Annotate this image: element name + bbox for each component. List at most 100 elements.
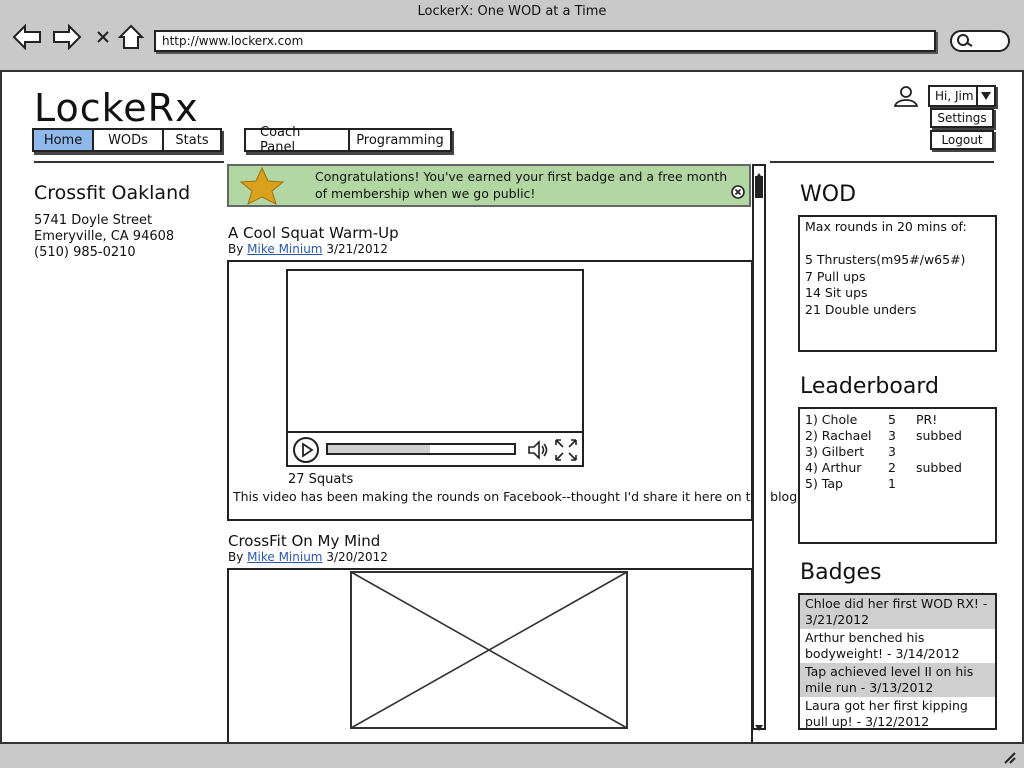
post-byline: By Mike Minium 3/20/2012 (228, 550, 388, 564)
byline-prefix: By (228, 242, 244, 256)
scroll-up-arrow-icon[interactable] (754, 166, 764, 179)
volume-icon[interactable] (526, 438, 550, 466)
url-input[interactable]: http://www.lockerx.com (154, 30, 936, 52)
wod-box: Max rounds in 20 mins of: 5 Thrusters(m9… (798, 215, 997, 352)
athlete-score: 2 (888, 459, 896, 475)
gym-city: Emeryville, CA 94608 (34, 229, 175, 244)
gym-phone: (510) 985-0210 (34, 245, 136, 260)
athlete-score: 3 (888, 427, 896, 443)
badge-item: Arthur benched his bodyweight! - 3/14/20… (805, 630, 960, 661)
close-x-icon (97, 31, 109, 43)
home-icon (118, 24, 144, 49)
author-link[interactable]: Mike Minium (247, 242, 322, 256)
logout-menu-item[interactable]: Logout (930, 130, 994, 150)
leaderboard-row: 4) Arthur 2 subbed (800, 459, 995, 475)
badges-box: Chloe did her first WOD RX! - 3/21/2012 … (798, 593, 997, 730)
back-button[interactable] (12, 22, 42, 52)
star-icon (237, 166, 287, 210)
post-title[interactable]: A Cool Squat Warm-Up (228, 224, 399, 242)
post-title[interactable]: CrossFit On My Mind (228, 532, 380, 550)
wod-heading: WOD (800, 182, 857, 207)
badge-item: Laura got her first kipping pull up! - 3… (805, 698, 968, 729)
forward-arrow-icon (53, 24, 82, 50)
athlete-name: 4) Arthur (805, 459, 862, 475)
browser-status-bar (0, 742, 1024, 768)
browser-chrome: LockerX: One WOD at a Time http://www.lo… (0, 0, 1024, 72)
notification-line: of membership when we go public! (315, 186, 536, 201)
wod-line: 21 Double unders (805, 301, 917, 317)
notification-line: Congratulations! You've earned your firs… (315, 169, 728, 184)
athlete-score: 5 (888, 411, 896, 427)
image-placeholder (350, 571, 628, 733)
gym-street: 5741 Doyle Street (34, 213, 153, 228)
window-title: LockerX: One WOD at a Time (417, 4, 607, 19)
leaderboard-row: 2) Rachael 3 subbed (800, 427, 995, 443)
video-caption: 27 Squats (288, 472, 354, 487)
tab-wods[interactable]: WODs (92, 128, 164, 152)
browser-search-field[interactable] (950, 30, 1010, 52)
settings-menu-item[interactable]: Settings (930, 108, 994, 128)
gym-address: 5741 Doyle Street Emeryville, CA 94608 (… (34, 213, 174, 261)
athlete-name: 2) Rachael (805, 427, 872, 443)
divider (34, 161, 224, 163)
video-progress-fill (328, 445, 431, 453)
athlete-note: subbed (916, 459, 962, 475)
athlete-score: 3 (888, 443, 896, 459)
badge-item: Chloe did her first WOD RX! - 3/21/2012 (800, 595, 995, 629)
resize-grip-icon[interactable] (1002, 749, 1016, 768)
stop-button[interactable] (88, 22, 118, 52)
site-logo[interactable]: LockeRx (34, 86, 199, 130)
wod-line: 14 Sit ups (805, 285, 868, 300)
scroll-thumb[interactable] (755, 176, 763, 198)
forward-button[interactable] (52, 22, 82, 52)
notification-text: Congratulations! You've earned your firs… (315, 168, 735, 202)
scroll-down-arrow-icon[interactable] (754, 718, 764, 731)
post-date: 3/21/2012 (326, 242, 388, 256)
badge-item: Tap achieved level II on his mile run - … (800, 663, 995, 697)
main-nav: Home WODs Stats (32, 128, 222, 152)
wod-line: Max rounds in 20 mins of: (805, 219, 967, 234)
leaderboard-row: 1) Chole 5 PR! (800, 411, 995, 427)
wod-line (800, 236, 995, 253)
athlete-name: 1) Chole (805, 411, 858, 427)
athlete-name: 5) Tap (805, 475, 843, 491)
home-button[interactable] (116, 22, 146, 52)
play-icon[interactable] (292, 436, 320, 468)
fullscreen-icon[interactable] (554, 438, 578, 466)
close-icon[interactable] (731, 184, 745, 203)
back-arrow-icon (12, 24, 41, 50)
athlete-name: 3) Gilbert (805, 443, 865, 459)
wod-line: 5 Thrusters(m95#/w65#) (805, 252, 966, 267)
content-scrollbar[interactable] (752, 164, 766, 731)
divider (770, 161, 994, 163)
byline-prefix: By (228, 550, 244, 564)
post-body: This video has been making the rounds on… (233, 489, 802, 504)
post-byline: By Mike Minium 3/21/2012 (228, 242, 388, 256)
author-link[interactable]: Mike Minium (247, 550, 322, 564)
wod-line: 7 Pull ups (805, 268, 866, 284)
chevron-down-icon[interactable] (976, 87, 994, 105)
tab-stats[interactable]: Stats (162, 128, 222, 152)
athlete-note: subbed (916, 427, 962, 443)
post-date: 3/20/2012 (326, 550, 388, 564)
athlete-note: PR! (916, 411, 938, 427)
tab-coach-panel[interactable]: Coach Panel (244, 125, 350, 155)
leaderboard-box: 1) Chole 5 PR! 2) Rachael 3 subbed 3) Gilber… (798, 407, 997, 544)
badge-notification: Congratulations! You've earned your firs… (227, 164, 751, 207)
athlete-score: 1 (888, 475, 896, 491)
tab-programming[interactable]: Programming (348, 128, 452, 152)
leaderboard-row: 3) Gilbert 3 (800, 443, 995, 459)
user-greeting: Hi, Jim (935, 89, 974, 103)
video-player[interactable] (286, 269, 584, 467)
search-icon (957, 34, 973, 47)
user-profile-icon[interactable] (893, 84, 919, 112)
video-controls (288, 431, 582, 465)
leaderboard-row: 5) Tap 1 (800, 475, 995, 491)
leaderboard-heading: Leaderboard (800, 374, 939, 399)
tab-home[interactable]: Home (32, 128, 94, 152)
admin-nav: Coach Panel Programming (244, 125, 452, 155)
gym-name: Crossfit Oakland (34, 182, 191, 204)
user-dropdown[interactable]: Hi, Jim (928, 85, 996, 107)
video-progress-bar[interactable] (326, 443, 516, 455)
badges-heading: Badges (800, 560, 882, 585)
